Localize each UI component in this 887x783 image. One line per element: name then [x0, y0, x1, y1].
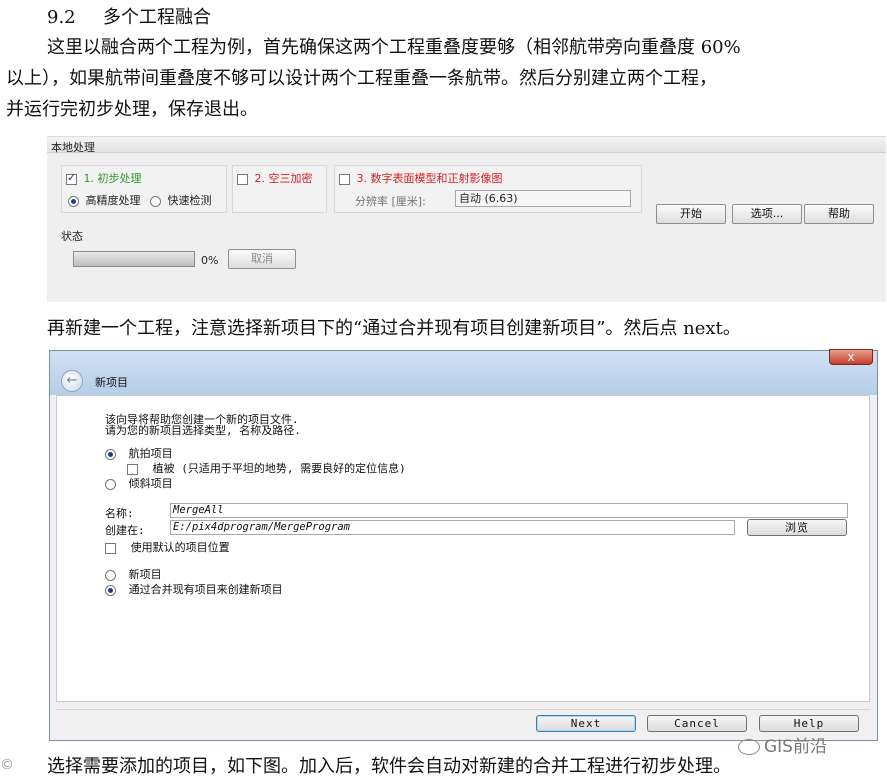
create-in-input[interactable]: E:/pix4dprogram/MergeProgram [170, 520, 735, 535]
new-project-option[interactable]: 新项目 [105, 566, 162, 582]
mode-fast-option[interactable]: 快速检测 [150, 192, 212, 208]
next-button[interactable]: Next [536, 715, 636, 732]
paragraph-3: 选择需要添加的项目，如下图。加入后，软件会自动对新建的合并工程进行初步处理。 [47, 756, 731, 777]
corner-watermark: © [0, 757, 14, 773]
name-input[interactable]: MergeAll [170, 503, 848, 518]
name-label: 名称: [105, 507, 134, 520]
local-processing-panel: 本地处理 1. 初步处理 高精度处理 快速检测 2. 空三加密 3. 数字表面模… [47, 136, 886, 302]
default-location-option[interactable]: 使用默认的项目位置 [105, 539, 230, 555]
step2-group: 2. 空三加密 [232, 165, 327, 213]
step3-checkbox[interactable] [339, 173, 350, 185]
step1-group: 1. 初步处理 高精度处理 快速检测 [61, 165, 227, 213]
dialog-footer-divider [56, 709, 870, 710]
new-project-dialog: x ← 新项目 该向导将帮助您创建一个新的项目文件. 请为您的新项目选择类型, … [49, 349, 878, 741]
step2-checkbox-row[interactable]: 2. 空三加密 [237, 170, 313, 186]
resolution-field[interactable]: 自动 (6.63) [455, 190, 631, 207]
step1-label: 1. 初步处理 [83, 172, 142, 185]
default-location-checkbox[interactable] [105, 542, 116, 554]
type-oblique-option[interactable]: 倾斜项目 [105, 475, 173, 491]
paragraph-2: 再新建一个工程，注意选择新项目下的“通过合并现有项目创建新项目”。然后点 nex… [47, 318, 741, 339]
help-button[interactable]: 帮助 [804, 204, 874, 224]
back-arrow-icon[interactable]: ← [61, 370, 83, 392]
step3-group: 3. 数字表面模型和正射影像图 分辨率 [厘米]: 自动 (6.63) [334, 165, 642, 213]
new-project-radio[interactable] [105, 569, 116, 581]
dialog-frame [50, 351, 877, 395]
section-number: 9.2 [47, 7, 76, 28]
dialog-title: 新项目 [95, 376, 128, 389]
type-oblique-radio[interactable] [105, 478, 116, 490]
section-title: 多个工程融合 [103, 7, 211, 28]
wechat-icon [738, 739, 760, 755]
watermark-logo: GIS前沿 [738, 732, 827, 757]
type-aerial-option[interactable]: 航拍项目 [105, 445, 173, 461]
close-icon[interactable]: x [829, 349, 873, 365]
start-button[interactable]: 开始 [656, 204, 726, 224]
progress-text: 0% [201, 254, 219, 267]
cancel-button[interactable]: Cancel [647, 715, 747, 732]
step2-label: 2. 空三加密 [254, 172, 313, 185]
merge-project-radio[interactable] [105, 584, 116, 596]
step3-checkbox-row[interactable]: 3. 数字表面模型和正射影像图 [339, 170, 503, 186]
paragraph-1-line-1: 这里以融合两个工程为例，首先确保这两个工程重叠度要够（相邻航带旁向重叠度 60% [47, 37, 741, 58]
panel-titlebar [47, 137, 886, 153]
default-location-label: 使用默认的项目位置 [130, 541, 230, 554]
mode-high-radio[interactable] [68, 195, 79, 207]
mode-fast-label: 快速检测 [167, 194, 212, 207]
mode-high-option[interactable]: 高精度处理 [68, 192, 141, 208]
intro-line-2: 请为您的新项目选择类型, 名称及路径. [105, 424, 301, 437]
vegetation-option[interactable]: 植被 (只适用于平坦的地势, 需要良好的定位信息) [127, 460, 406, 476]
paragraph-1-line-3: 并运行完初步处理，保存退出。 [6, 99, 258, 120]
status-label: 状态 [61, 230, 83, 243]
step1-checkbox-row[interactable]: 1. 初步处理 [66, 170, 142, 186]
browse-button[interactable]: 浏览 [747, 519, 847, 536]
type-aerial-label: 航拍项目 [128, 447, 173, 460]
merge-project-option[interactable]: 通过合并现有项目来创建新项目 [105, 581, 283, 597]
section-heading: 9.2 多个工程融合 [47, 5, 211, 31]
step2-checkbox[interactable] [237, 173, 248, 185]
resolution-label: 分辨率 [厘米]: [355, 195, 426, 208]
new-project-label: 新项目 [128, 568, 162, 581]
dialog-help-button[interactable]: Help [759, 715, 859, 732]
vegetation-label: 植被 (只适用于平坦的地势, 需要良好的定位信息) [152, 462, 406, 475]
cancel-processing-button[interactable]: 取消 [228, 249, 296, 269]
type-aerial-radio[interactable] [105, 448, 116, 460]
paragraph-1-line-2: 以上），如果航带间重叠度不够可以设计两个工程重叠一条航带。然后分别建立两个工程， [6, 68, 717, 89]
dialog-content: 该向导将帮助您创建一个新的项目文件. 请为您的新项目选择类型, 名称及路径. 航… [56, 395, 870, 702]
mode-fast-radio[interactable] [150, 195, 161, 207]
mode-high-label: 高精度处理 [85, 194, 141, 207]
panel-title: 本地处理 [51, 141, 95, 154]
options-button[interactable]: 选项... [732, 204, 802, 224]
watermark-text: GIS前沿 [764, 737, 827, 757]
progress-bar [73, 251, 195, 267]
type-oblique-label: 倾斜项目 [128, 477, 173, 490]
vegetation-checkbox[interactable] [127, 463, 138, 475]
step3-label: 3. 数字表面模型和正射影像图 [356, 172, 503, 185]
step1-checkbox[interactable] [66, 171, 77, 185]
merge-project-label: 通过合并现有项目来创建新项目 [128, 583, 283, 596]
create-in-label: 创建在: [105, 524, 145, 537]
